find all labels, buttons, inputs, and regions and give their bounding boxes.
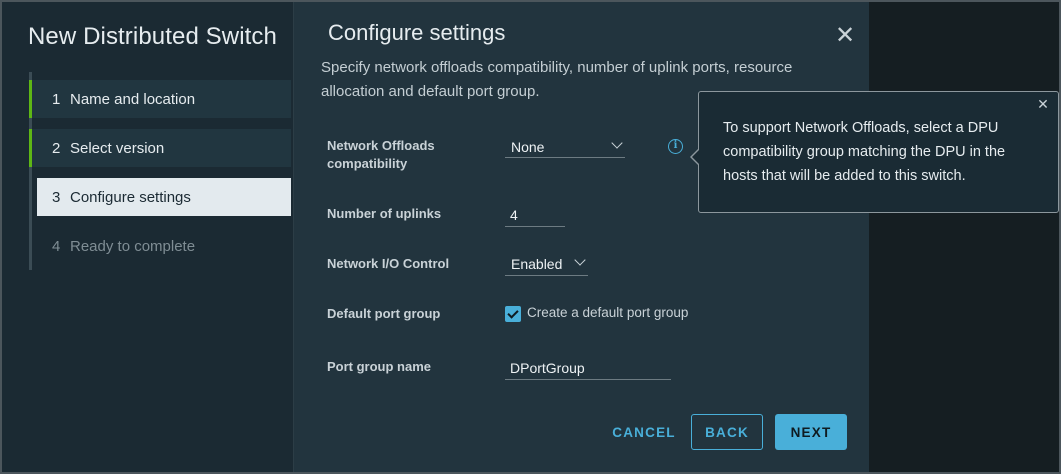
step-ready-to-complete: 4 Ready to complete (29, 227, 291, 265)
cancel-button[interactable]: CANCEL (608, 414, 680, 450)
close-icon[interactable]: ✕ (831, 24, 859, 52)
network-offloads-label: Network Offloads compatibility (327, 138, 435, 171)
info-icon[interactable]: i (668, 139, 683, 154)
background-overlay (869, 2, 1059, 472)
signpost-tooltip: ✕ To support Network Offloads, select a … (698, 91, 1059, 213)
step-label: Configure settings (70, 188, 191, 206)
step-complete-indicator (29, 80, 32, 118)
uplinks-label: Number of uplinks (327, 206, 442, 221)
step-complete-indicator (29, 129, 32, 167)
port-group-name-label: Port group name (327, 359, 432, 374)
wizard-title: New Distributed Switch (28, 23, 277, 50)
tooltip-text: To support Network Offloads, select a DP… (723, 120, 1006, 184)
step-number: 2 (52, 139, 61, 157)
close-icon[interactable]: ✕ (1036, 97, 1050, 111)
step-label: Ready to complete (70, 237, 196, 255)
step-label: Select version (70, 139, 165, 157)
chevron-down-icon (574, 254, 586, 266)
nioc-label: Network I/O Control (327, 256, 450, 271)
step-select-version[interactable]: 2 Select version (29, 129, 291, 167)
next-button[interactable]: NEXT (775, 414, 847, 450)
nioc-select[interactable]: Enabled (505, 253, 588, 276)
step-number: 3 (52, 188, 61, 206)
wizard-window: New Distributed Switch 1 Name and locati… (0, 0, 1061, 474)
step-name-and-location[interactable]: 1 Name and location (29, 80, 291, 118)
dialog-content: Configure settings ✕ Specify network off… (293, 2, 869, 472)
default-port-group-checkbox[interactable] (505, 306, 521, 322)
step-configure-settings[interactable]: 3 Configure settings (37, 178, 291, 216)
port-group-name-input[interactable]: DPortGroup (505, 358, 671, 380)
tooltip-pointer-fill (692, 149, 700, 165)
step-number: 4 (52, 237, 61, 255)
uplinks-input[interactable]: 4 (505, 205, 565, 227)
network-offloads-select[interactable]: None (505, 136, 625, 158)
nioc-value: Enabled (511, 256, 563, 272)
network-offloads-value: None (511, 138, 545, 155)
step-number: 1 (52, 90, 61, 108)
chevron-down-icon (611, 137, 623, 149)
wizard-sidebar: New Distributed Switch 1 Name and locati… (2, 2, 293, 472)
default-port-group-label: Default port group (327, 306, 441, 321)
step-label: Name and location (70, 90, 196, 108)
dialog-title: Configure settings (328, 20, 506, 45)
default-port-group-checkbox-label[interactable]: Create a default port group (527, 305, 688, 320)
back-button[interactable]: BACK (691, 414, 763, 450)
